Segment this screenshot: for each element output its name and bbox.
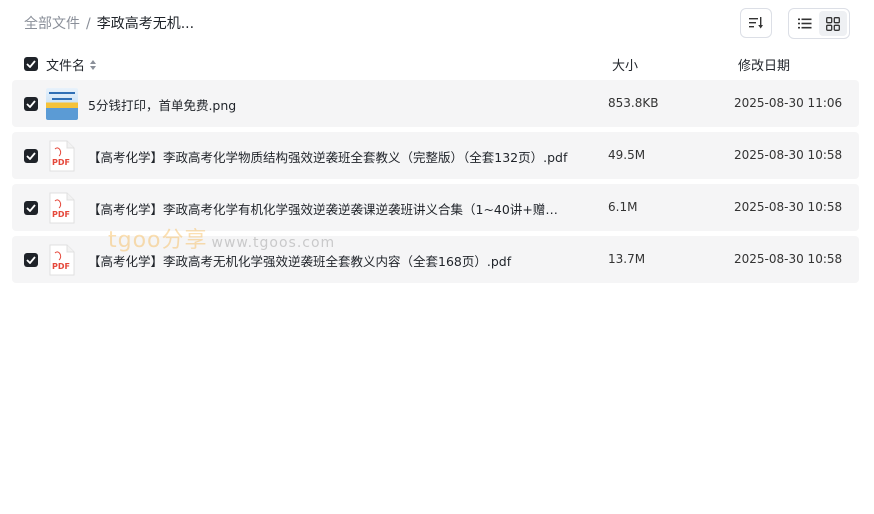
- file-size: 49.5M: [608, 148, 646, 162]
- file-date: 2025-08-30 10:58: [734, 252, 843, 266]
- image-thumbnail: [46, 88, 78, 120]
- list-view-button[interactable]: [791, 11, 819, 36]
- check-icon: [26, 60, 36, 68]
- breadcrumb-separator: /: [86, 16, 91, 32]
- column-header-name-label: 文件名: [46, 59, 86, 74]
- sort-arrows-icon: [90, 59, 97, 70]
- table-header: 文件名 大小 修改日期: [12, 52, 859, 76]
- check-icon: [26, 100, 36, 108]
- table-row[interactable]: 5分钱打印，首单免费.png 853.8KB 2025-08-30 11:06: [12, 80, 859, 127]
- grid-view-icon: [826, 16, 840, 31]
- svg-text:PDF: PDF: [52, 210, 70, 219]
- file-size: 6.1M: [608, 200, 638, 214]
- sort-button[interactable]: [740, 8, 772, 38]
- column-header-size[interactable]: 大小: [612, 55, 638, 74]
- pdf-file-icon: PDF: [49, 192, 75, 224]
- breadcrumb-root-link[interactable]: 全部文件: [24, 14, 80, 34]
- file-name[interactable]: 【高考化学】李政高考化学物质结构强效逆袭班全套教义（完整版）（全套132页）.p…: [88, 147, 568, 166]
- sort-icon: [749, 17, 763, 29]
- row-checkbox[interactable]: [24, 201, 38, 215]
- check-icon: [26, 152, 36, 160]
- table-row[interactable]: PDF 【高考化学】李政高考无机化学强效逆袭班全套教义内容（全套168页）.pd…: [12, 236, 859, 283]
- row-checkbox[interactable]: [24, 149, 38, 163]
- file-list: 5分钱打印，首单免费.png 853.8KB 2025-08-30 11:06 …: [12, 80, 859, 288]
- file-date: 2025-08-30 10:58: [734, 148, 843, 162]
- view-toggle: [788, 8, 850, 39]
- list-view-icon: [798, 18, 812, 29]
- file-name[interactable]: 5分钱打印，首单免费.png: [88, 95, 568, 114]
- file-date: 2025-08-30 11:06: [734, 96, 843, 110]
- breadcrumb: 全部文件 / 李政高考无机...: [24, 14, 194, 34]
- row-checkbox[interactable]: [24, 97, 38, 111]
- select-all-checkbox[interactable]: [24, 57, 38, 71]
- column-header-name[interactable]: 文件名: [46, 55, 97, 74]
- file-browser: 全部文件 / 李政高考无机... 文件名 大小 修改日期 5分钱打印，首单免费.…: [0, 0, 874, 514]
- svg-text:PDF: PDF: [52, 158, 70, 167]
- svg-text:PDF: PDF: [52, 262, 70, 271]
- column-header-date[interactable]: 修改日期: [738, 55, 790, 74]
- check-icon: [26, 256, 36, 264]
- breadcrumb-current-folder: 李政高考无机...: [96, 16, 195, 32]
- file-size: 853.8KB: [608, 96, 659, 110]
- table-row[interactable]: PDF 【高考化学】李政高考化学有机化学强效逆袭逆袭课逆袭班讲义合集（1~40讲…: [12, 184, 859, 231]
- check-icon: [26, 204, 36, 212]
- file-size: 13.7M: [608, 252, 646, 266]
- file-name[interactable]: 【高考化学】李政高考化学有机化学强效逆袭逆袭课逆袭班讲义合集（1~40讲+赠课）…: [88, 199, 568, 218]
- table-row[interactable]: PDF 【高考化学】李政高考化学物质结构强效逆袭班全套教义（完整版）（全套132…: [12, 132, 859, 179]
- pdf-file-icon: PDF: [49, 244, 75, 276]
- pdf-file-icon: PDF: [49, 140, 75, 172]
- row-checkbox[interactable]: [24, 253, 38, 267]
- file-name[interactable]: 【高考化学】李政高考无机化学强效逆袭班全套教义内容（全套168页）.pdf: [88, 251, 568, 270]
- file-date: 2025-08-30 10:58: [734, 200, 843, 214]
- grid-view-button[interactable]: [819, 11, 847, 36]
